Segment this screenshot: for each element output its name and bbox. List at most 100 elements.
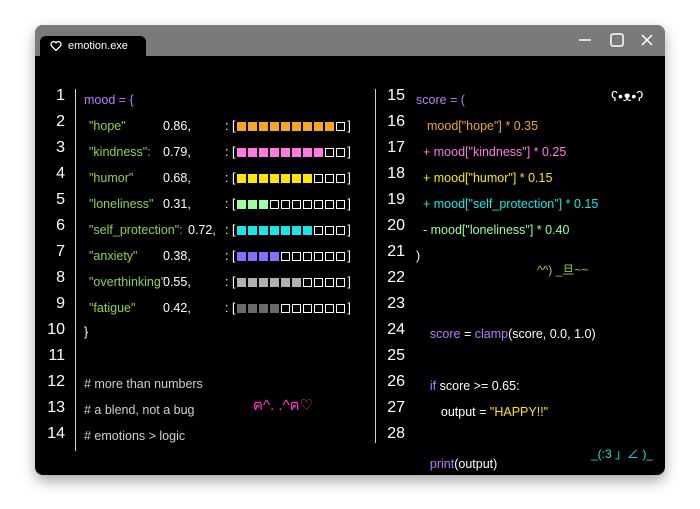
code-line-15: score = ( (416, 93, 465, 107)
bar-close-bracket: ] (347, 145, 351, 159)
bar-cell-filled (281, 147, 291, 157)
bar-cell-empty (281, 303, 291, 313)
bar-cell-filled (259, 277, 269, 287)
line-number: 2 (56, 113, 65, 130)
bar-cell-filled (259, 199, 269, 209)
line-number: 23 (387, 295, 405, 312)
bar-open-bracket: : [ (225, 197, 236, 211)
bar-close-bracket: ] (347, 119, 351, 133)
bar-cell-filled (248, 225, 258, 235)
line-number: 24 (387, 321, 405, 338)
happy-string: "HAPPY!!" (489, 405, 549, 419)
code-line-20: - mood["loneliness"] * 0.40 (423, 223, 570, 237)
bar-cell-filled (281, 121, 291, 131)
mood-level-bar: : [] (225, 197, 351, 211)
bar-cell-filled (237, 225, 247, 235)
comment-line: # more than numbers (84, 377, 203, 391)
print-fn: print (429, 457, 455, 471)
score-var: score (429, 327, 461, 341)
line-number: 18 (387, 165, 405, 182)
bar-cell-filled (237, 121, 247, 131)
bar-cell-filled (259, 303, 269, 313)
bar-open-bracket: : [ (225, 171, 236, 185)
bar-cell-filled (237, 173, 247, 183)
bar-cell-empty (336, 121, 346, 131)
bar-open-bracket: : [ (225, 119, 236, 133)
bar-cell-filled (248, 303, 258, 313)
bar-cell-filled (248, 147, 258, 157)
mood-value: 0.42, (163, 301, 191, 315)
comment-line: # emotions > logic (84, 429, 186, 443)
bar-cell-empty (336, 251, 346, 261)
line-number: 26 (387, 373, 405, 390)
bar-cell-filled (248, 121, 258, 131)
mood-value: 0.38, (163, 249, 191, 263)
code-line-28: print(output) (416, 425, 497, 475)
line-number: 1 (56, 87, 65, 104)
bar-cell-empty (325, 147, 335, 157)
bar-cell-filled (259, 225, 269, 235)
bar-cell-empty (270, 199, 280, 209)
line-number: 14 (47, 425, 65, 442)
bar-cell-filled (259, 173, 269, 183)
bar-cell-filled (248, 277, 258, 287)
bar-cell-filled (259, 251, 269, 261)
bar-cell-empty (303, 251, 313, 261)
bar-cell-empty (303, 303, 313, 313)
maximize-icon[interactable] (609, 32, 625, 48)
bar-cell-filled (270, 277, 280, 287)
mood-level-bar: : [] (225, 171, 351, 185)
bar-cell-filled (270, 303, 280, 313)
bar-close-bracket: ] (347, 223, 351, 237)
bar-cell-empty (336, 199, 346, 209)
mood-value: 0.31, (163, 197, 191, 211)
bar-cell-filled (281, 225, 291, 235)
bar-cell-empty (325, 277, 335, 287)
line-number: 5 (56, 191, 65, 208)
bar-cell-empty (281, 251, 291, 261)
bar-cell-empty (336, 225, 346, 235)
minimize-icon[interactable] (577, 32, 593, 48)
bar-cell-filled (237, 199, 247, 209)
line-number: 8 (56, 269, 65, 286)
bar-cell-filled (270, 173, 280, 183)
bar-cell-filled (270, 225, 280, 235)
bar-cell-filled (259, 147, 269, 157)
mood-level-bar: : [] (225, 145, 351, 159)
bar-cell-filled (237, 277, 247, 287)
bar-cell-empty (314, 277, 324, 287)
mood-key: "overthinking" (89, 275, 166, 289)
clamp-args: (score, 0.0, 1.0) (508, 327, 596, 341)
line-number: 17 (387, 139, 405, 156)
bar-cell-filled (237, 147, 247, 157)
bear-kaomoji: ʕ•ᴥ•ʔ (611, 88, 644, 104)
bar-cell-empty (314, 251, 324, 261)
bar-open-bracket: : [ (225, 223, 236, 237)
bar-cell-filled (281, 173, 291, 183)
mood-level-bar: : [] (225, 223, 351, 237)
bar-open-bracket: : [ (225, 275, 236, 289)
bar-close-bracket: ] (347, 275, 351, 289)
line-number: 28 (387, 425, 405, 442)
line-number: 7 (56, 243, 65, 260)
line-number: 12 (47, 373, 65, 390)
bar-cell-filled (270, 147, 280, 157)
mood-level-bar: : [] (225, 275, 351, 289)
line-number: 11 (48, 347, 65, 364)
bar-cell-empty (336, 277, 346, 287)
line-number: 21 (387, 243, 405, 260)
bar-cell-filled (292, 277, 302, 287)
clamp-fn: clamp (474, 327, 509, 341)
close-icon[interactable] (639, 32, 655, 48)
window-tab[interactable]: emotion.exe (40, 36, 146, 56)
mood-key: "humor" (89, 171, 134, 185)
line-number: 27 (387, 399, 405, 416)
line-number: 9 (56, 295, 65, 312)
bar-cell-filled (248, 251, 258, 261)
mood-level-bar: : [] (225, 301, 351, 315)
bar-cell-filled (292, 147, 302, 157)
bar-cell-empty (303, 199, 313, 209)
bar-cell-filled (292, 225, 302, 235)
bar-cell-empty (292, 303, 302, 313)
window-title: emotion.exe (68, 40, 128, 52)
